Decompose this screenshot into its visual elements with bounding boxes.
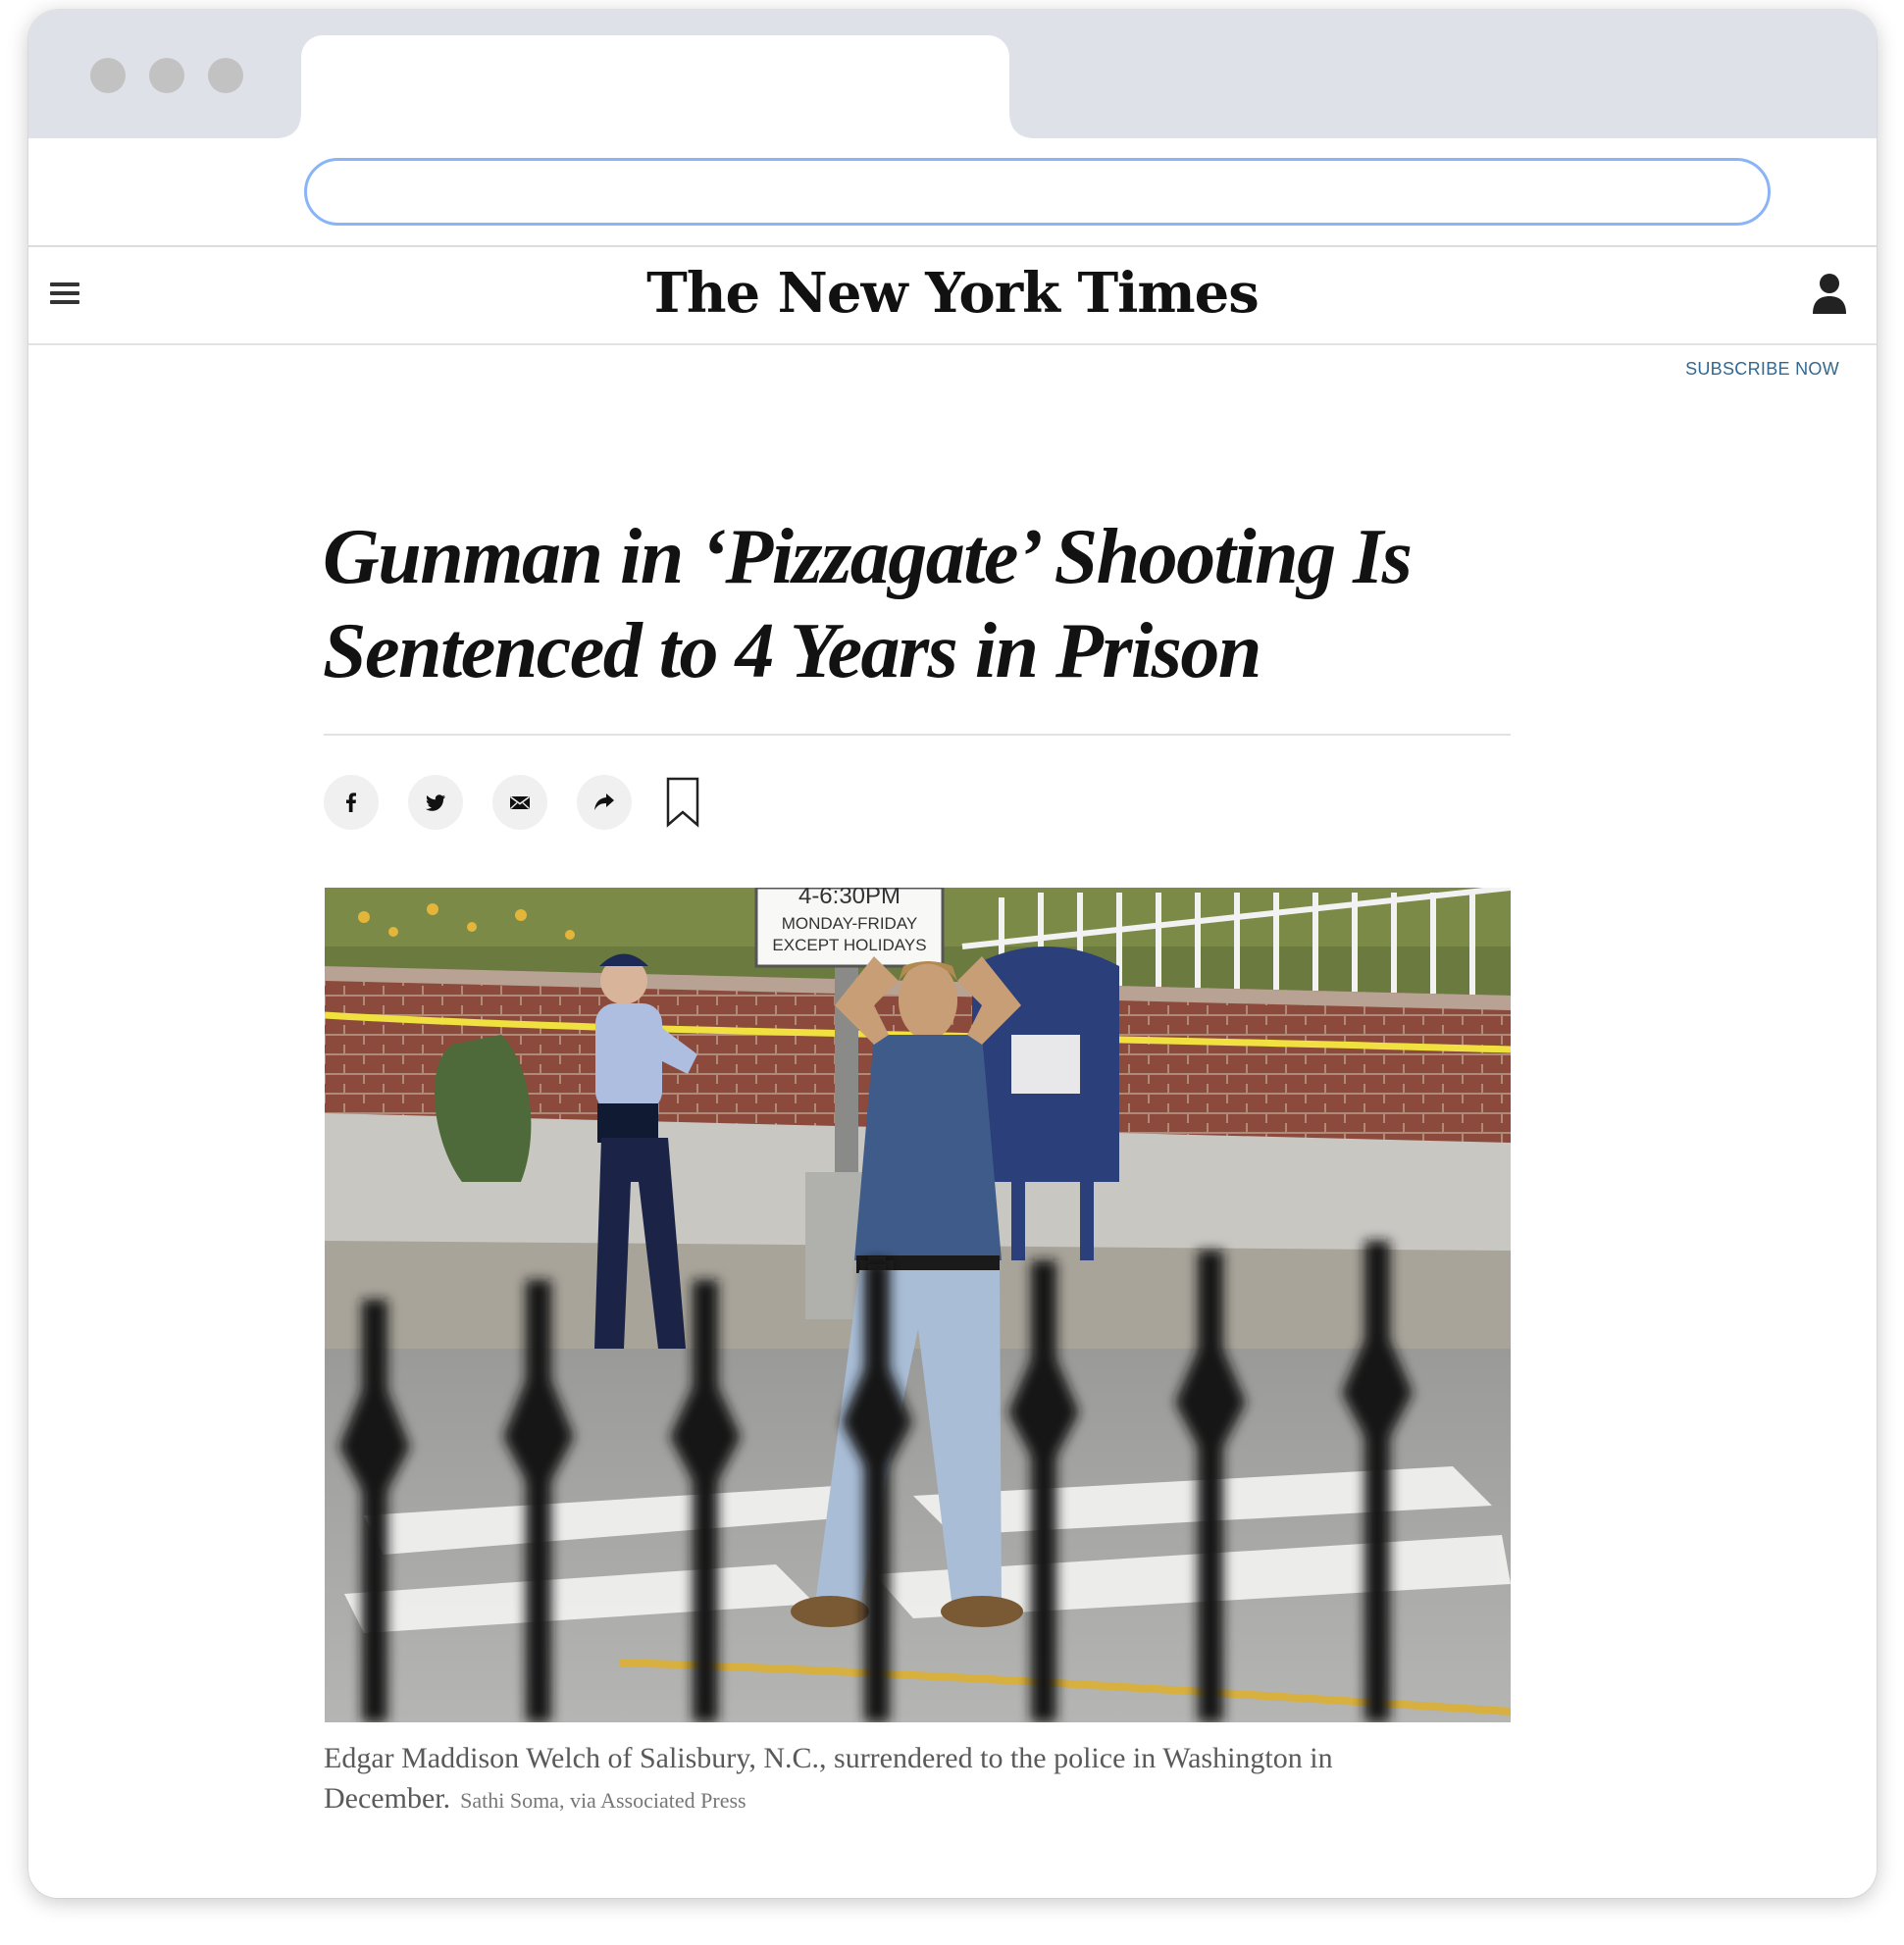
- window-maximize-button[interactable]: [208, 58, 243, 93]
- share-icon: [594, 793, 614, 810]
- facebook-icon: [346, 793, 356, 812]
- twitter-icon: [426, 794, 445, 811]
- browser-tab[interactable]: [280, 35, 1031, 143]
- facebook-share-button[interactable]: [324, 775, 379, 830]
- sign-text-time: 4-6:30PM: [798, 888, 901, 909]
- user-account-icon[interactable]: [1810, 271, 1849, 318]
- window-minimize-button[interactable]: [149, 58, 184, 93]
- more-share-button[interactable]: [577, 775, 632, 830]
- address-bar[interactable]: [304, 158, 1771, 226]
- article-headline: Gunman in ‘Pizzagate’ Shooting Is Senten…: [323, 514, 1413, 694]
- site-header: The New York Times: [28, 247, 1877, 345]
- site-logo[interactable]: The New York Times: [28, 261, 1877, 326]
- bookmark-icon[interactable]: [665, 777, 700, 828]
- article-photo: 4-6:30PM MONDAY-FRIDAY EXCEPT HOLIDAYS: [325, 888, 1511, 1722]
- twitter-share-button[interactable]: [408, 775, 463, 830]
- browser-titlebar: [28, 10, 1877, 143]
- email-share-button[interactable]: [492, 775, 547, 830]
- headline-divider: [324, 734, 1511, 736]
- sign-text-days: MONDAY-FRIDAY: [782, 914, 918, 933]
- surrender-scene-image: 4-6:30PM MONDAY-FRIDAY EXCEPT HOLIDAYS: [325, 888, 1511, 1722]
- photo-caption: Edgar Maddison Welch of Salisbury, N.C.,…: [324, 1738, 1516, 1820]
- browser-toolbar: [28, 138, 1877, 247]
- subscribe-link[interactable]: SUBSCRIBE NOW: [1685, 359, 1839, 380]
- window-close-button[interactable]: [90, 58, 126, 93]
- email-icon: [510, 795, 530, 809]
- photo-credit: Sathi Soma, via Associated Press: [460, 1788, 746, 1813]
- sign-text-holidays: EXCEPT HOLIDAYS: [772, 936, 926, 954]
